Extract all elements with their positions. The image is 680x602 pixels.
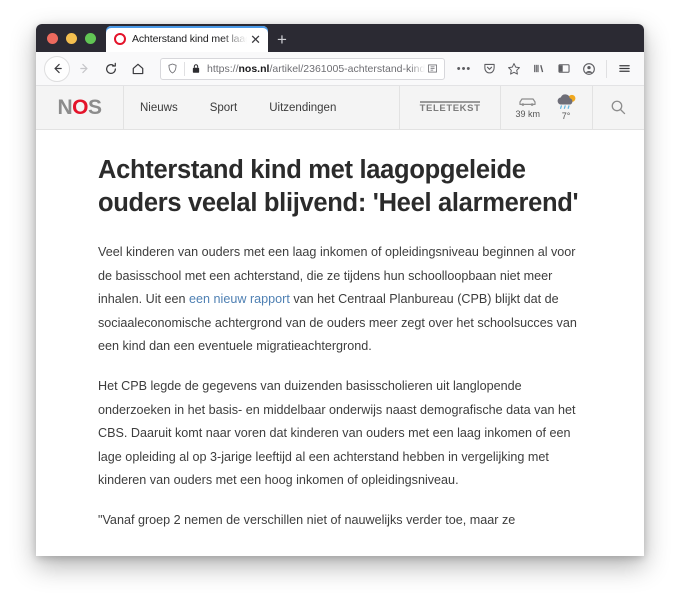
teletekst-logo: TELETEKST — [419, 100, 481, 114]
search-magnifier-icon — [611, 100, 626, 115]
cpb-report-link[interactable]: een nieuw rapport — [189, 292, 290, 306]
hamburger-menu-icon[interactable] — [612, 57, 636, 81]
tab-title: Achterstand kind met laagopge — [132, 33, 247, 45]
browser-window: Achterstand kind met laagopge ✕ + — [36, 24, 644, 556]
traffic-distance: 39 km — [515, 109, 540, 119]
teletekst-link[interactable]: TELETEKST — [398, 86, 501, 129]
forward-button[interactable] — [71, 56, 97, 82]
new-tab-button[interactable]: + — [268, 26, 296, 52]
site-header: N O S Nieuws Sport Uitzendingen TELETEKS… — [36, 86, 644, 130]
page-actions-ellipsis-icon[interactable]: ••• — [452, 57, 476, 81]
url-text: https://nos.nl/artikel/2361005-achtersta… — [207, 62, 425, 75]
reader-view-icon[interactable] — [425, 61, 440, 76]
header-spacer — [352, 86, 398, 129]
library-icon[interactable] — [527, 57, 551, 81]
tracking-protection-shield-icon[interactable] — [165, 61, 180, 76]
sidebar-icon[interactable] — [552, 57, 576, 81]
url-divider — [184, 61, 185, 76]
content-bottom-fade — [36, 529, 644, 555]
minimize-window-button[interactable] — [66, 32, 77, 44]
arrow-left-icon — [53, 63, 62, 74]
url-bar[interactable]: https://nos.nl/artikel/2361005-achtersta… — [160, 57, 445, 80]
site-search-button[interactable] — [592, 86, 644, 129]
close-icon[interactable]: ✕ — [247, 33, 264, 46]
nos-logo[interactable]: N O S — [36, 86, 124, 129]
browser-tab-active[interactable]: Achterstand kind met laagopge ✕ — [106, 26, 268, 52]
account-icon[interactable] — [577, 57, 601, 81]
home-button[interactable] — [125, 56, 151, 82]
reload-icon — [106, 62, 116, 74]
weather-temperature: 7° — [561, 111, 571, 121]
site-nav-uitzendingen[interactable]: Uitzendingen — [253, 86, 352, 129]
site-nav-sport[interactable]: Sport — [194, 86, 254, 129]
nos-logo-n: N — [57, 95, 73, 119]
toolbar-divider — [606, 59, 607, 78]
back-button[interactable] — [44, 55, 70, 82]
nos-logo-o: O — [72, 95, 88, 119]
article-paragraph-1: Veel kinderen van ouders met een laag in… — [98, 241, 582, 358]
nos-circle-icon — [114, 33, 126, 45]
page-viewport: N O S Nieuws Sport Uitzendingen TELETEKS… — [36, 86, 644, 555]
maximize-window-button[interactable] — [85, 32, 96, 44]
reload-button[interactable] — [98, 56, 124, 82]
rain-cloud-sun-icon — [557, 94, 576, 109]
padlock-icon[interactable] — [189, 62, 202, 75]
site-nav-nieuws[interactable]: Nieuws — [124, 86, 194, 129]
window-traffic-lights — [36, 24, 106, 52]
header-info-cell: 39 km 7° — [500, 86, 592, 129]
article-body: Achterstand kind met laagopgeleide ouder… — [36, 130, 644, 533]
home-icon — [132, 63, 144, 74]
nos-logo-s: S — [88, 95, 102, 119]
traffic-info[interactable]: 39 km — [515, 96, 540, 119]
tab-bar: Achterstand kind met laagopge ✕ + — [36, 24, 644, 52]
close-window-button[interactable] — [47, 32, 58, 44]
navigation-toolbar: https://nos.nl/artikel/2361005-achtersta… — [36, 52, 644, 86]
car-icon — [519, 98, 536, 106]
page-title: Achterstand kind met laagopgeleide ouder… — [98, 156, 579, 217]
weather-info[interactable]: 7° — [554, 94, 578, 121]
star-bookmark-icon[interactable] — [502, 57, 526, 81]
article-paragraph-3: "Vanaf groep 2 nemen de verschillen niet… — [98, 513, 516, 528]
arrow-right-icon — [79, 63, 88, 74]
article-paragraph-2: Het CPB legde de gegevens van duizenden … — [98, 379, 576, 488]
save-to-pocket-icon[interactable] — [477, 57, 501, 81]
